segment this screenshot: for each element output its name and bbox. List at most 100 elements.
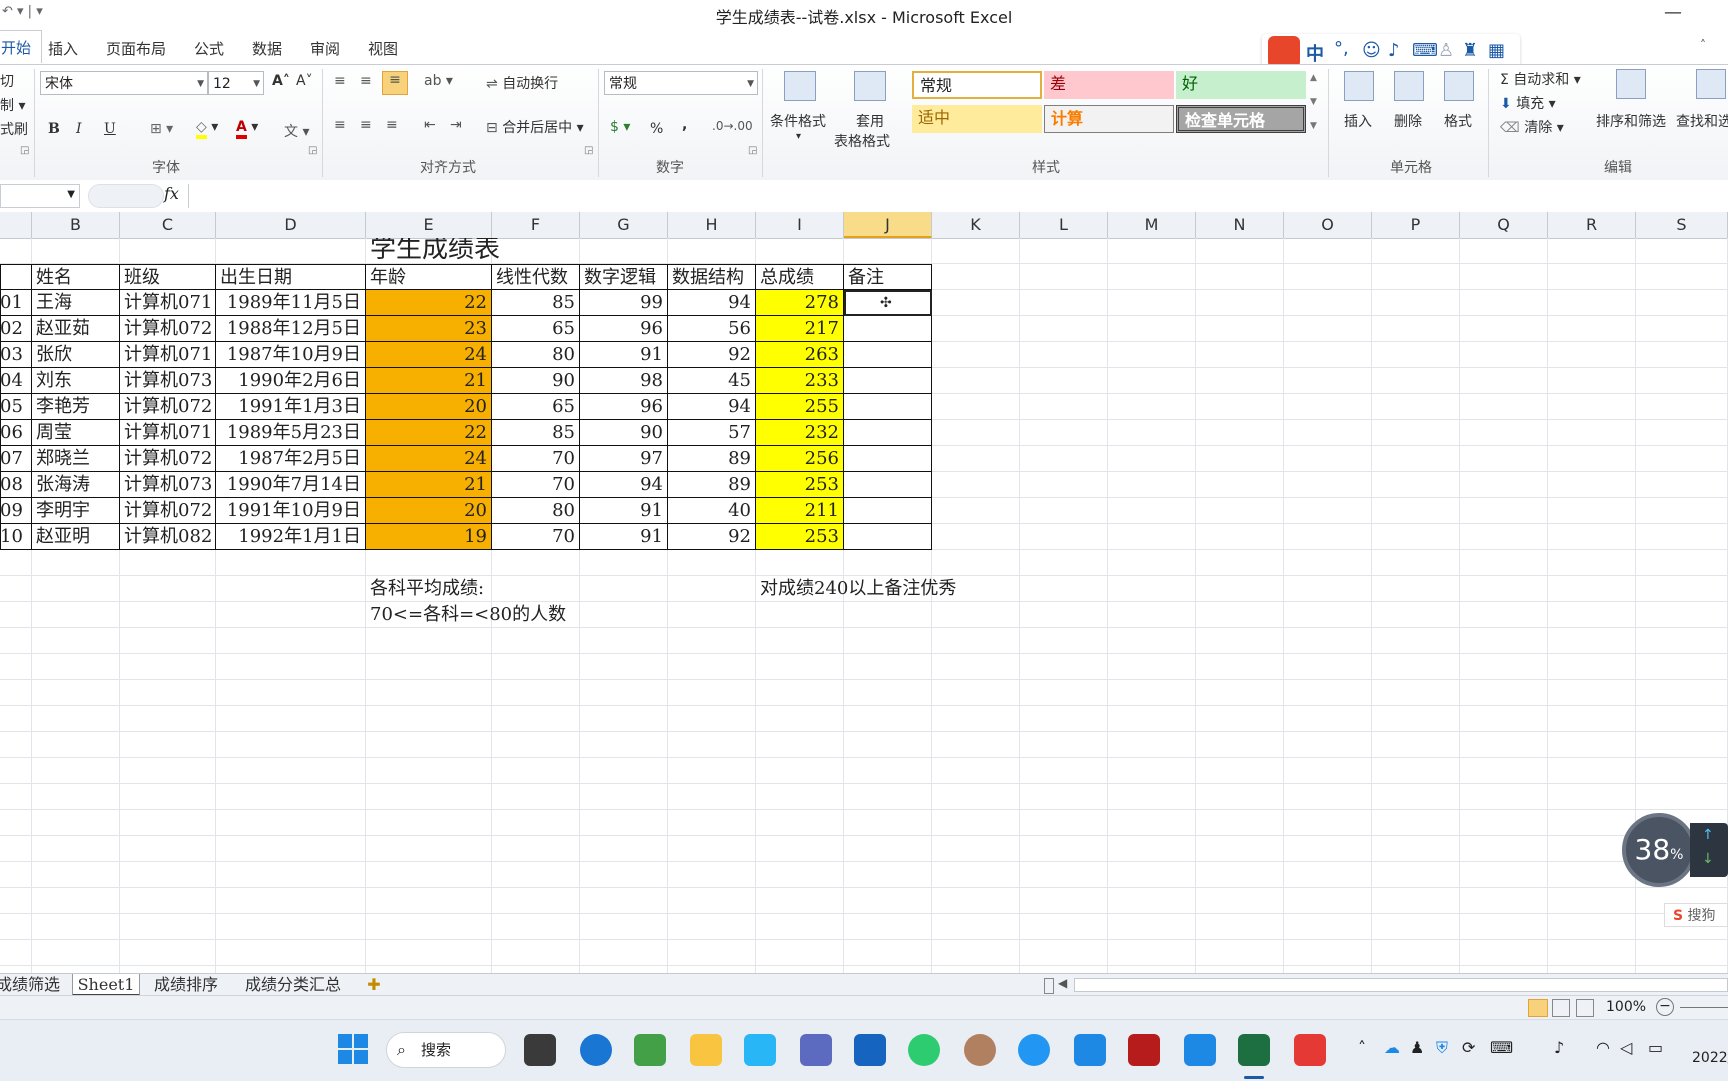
- alignment-launcher-icon[interactable]: ◲: [584, 145, 593, 156]
- copy-button[interactable]: 制 ▾: [0, 95, 25, 115]
- table-cell-remark[interactable]: [844, 446, 932, 472]
- taskbar-search[interactable]: ⌕ 搜索: [386, 1032, 506, 1068]
- tab-data[interactable]: 数据: [244, 36, 290, 61]
- table-header-cell[interactable]: 年龄: [366, 264, 492, 290]
- table-cell-name[interactable]: 郑晓兰: [32, 446, 120, 472]
- table-cell-total[interactable]: 255: [756, 394, 844, 420]
- table-header-cell[interactable]: 数字逻辑: [580, 264, 668, 290]
- ime-user-icon[interactable]: ♙: [1438, 40, 1454, 61]
- column-header-P[interactable]: P: [1372, 212, 1460, 238]
- bold-button[interactable]: B: [48, 121, 60, 137]
- table-cell-remark[interactable]: [844, 394, 932, 420]
- minimize-button[interactable]: —: [1664, 2, 1682, 23]
- styles-more-icon[interactable]: ▼: [1310, 121, 1317, 131]
- table-cell-class[interactable]: 计算机071: [120, 290, 216, 316]
- table-cell-total[interactable]: 263: [756, 342, 844, 368]
- grow-font-button[interactable]: A˄: [272, 73, 290, 89]
- column-header-Q[interactable]: Q: [1460, 212, 1548, 238]
- ime-voice-icon[interactable]: ♪: [1388, 40, 1400, 61]
- table-cell-class[interactable]: 计算机072: [120, 446, 216, 472]
- zoom-level[interactable]: 100%: [1606, 999, 1646, 1015]
- table-cell-remark[interactable]: [844, 524, 932, 550]
- table-cell-digital-logic[interactable]: 91: [580, 342, 668, 368]
- performance-widget[interactable]: 38%: [1622, 813, 1696, 887]
- tab-view[interactable]: 视图: [360, 36, 406, 61]
- wechat-icon[interactable]: [908, 1034, 940, 1066]
- table-cell-digital-logic[interactable]: 98: [580, 368, 668, 394]
- green-app-icon[interactable]: [634, 1034, 666, 1066]
- cut-button[interactable]: 切: [0, 71, 14, 91]
- tray-sync-icon[interactable]: ⟳: [1462, 1038, 1475, 1057]
- comma-button[interactable]: ,: [682, 117, 687, 133]
- column-header-J[interactable]: J: [844, 212, 932, 238]
- table-cell-id[interactable]: 08: [0, 472, 32, 498]
- table-cell-birthdate[interactable]: 1987年10月9日: [216, 342, 366, 368]
- table-cell-linear-algebra[interactable]: 65: [492, 394, 580, 420]
- column-header-R[interactable]: R: [1548, 212, 1636, 238]
- ime-punctuation-icon[interactable]: °,: [1334, 38, 1349, 59]
- tray-wifi-icon[interactable]: ◠: [1596, 1038, 1610, 1057]
- style-neutral[interactable]: 适中: [912, 105, 1042, 133]
- task-view-icon[interactable]: [524, 1034, 556, 1066]
- horizontal-scrollbar[interactable]: [1074, 978, 1728, 992]
- table-header-cell[interactable]: 备注: [844, 264, 932, 290]
- table-cell-linear-algebra[interactable]: 80: [492, 498, 580, 524]
- table-cell-linear-algebra[interactable]: 70: [492, 524, 580, 550]
- table-cell-name[interactable]: 刘东: [32, 368, 120, 394]
- column-header-A[interactable]: [0, 212, 32, 238]
- table-cell-birthdate[interactable]: 1989年11月5日: [216, 290, 366, 316]
- tab-insert[interactable]: 插入: [40, 36, 86, 61]
- table-cell-name[interactable]: 赵亚明: [32, 524, 120, 550]
- name-box-dropdown-icon[interactable]: ▼: [67, 189, 75, 200]
- table-cell-remark[interactable]: [844, 368, 932, 394]
- scroll-left-icon[interactable]: ◀: [1058, 976, 1067, 990]
- table-cell-total[interactable]: 211: [756, 498, 844, 524]
- table-cell-linear-algebra[interactable]: 70: [492, 446, 580, 472]
- font-size-combo[interactable]: 12 ▼: [208, 71, 264, 95]
- conditional-format-button[interactable]: 条件格式: [770, 111, 826, 131]
- table-cell-data-structure[interactable]: 45: [668, 368, 756, 394]
- font-name-combo[interactable]: 宋体 ▼: [40, 71, 208, 95]
- table-cell-linear-algebra[interactable]: 90: [492, 368, 580, 394]
- tray-shield-icon[interactable]: ⛨: [1436, 1038, 1448, 1058]
- red-app-icon[interactable]: [1294, 1034, 1326, 1066]
- table-header-cell[interactable]: 数据结构: [668, 264, 756, 290]
- tray-qq-icon[interactable]: ♟: [1410, 1038, 1424, 1057]
- zoom-out-icon[interactable]: −: [1656, 998, 1674, 1016]
- table-cell-data-structure[interactable]: 94: [668, 394, 756, 420]
- name-box[interactable]: ▼: [0, 184, 80, 208]
- sogou-mini-bar[interactable]: S 搜狗: [1664, 903, 1728, 927]
- column-header-F[interactable]: F: [492, 212, 580, 238]
- table-cell-digital-logic[interactable]: 91: [580, 524, 668, 550]
- tab-split-handle[interactable]: [1044, 978, 1054, 994]
- table-cell-birthdate[interactable]: 1987年2月5日: [216, 446, 366, 472]
- edge-browser-icon[interactable]: [580, 1034, 612, 1066]
- table-cell-data-structure[interactable]: 89: [668, 472, 756, 498]
- table-cell-linear-algebra[interactable]: 70: [492, 472, 580, 498]
- conditional-format-dropdown-icon[interactable]: ▾: [796, 131, 801, 142]
- table-cell-total[interactable]: 253: [756, 472, 844, 498]
- table-cell-name[interactable]: 李明宇: [32, 498, 120, 524]
- table-cell-age[interactable]: 21: [366, 472, 492, 498]
- fill-button[interactable]: ⬇ 填充 ▾: [1500, 93, 1556, 113]
- active-cell[interactable]: ✣: [844, 290, 932, 316]
- table-cell-total[interactable]: 217: [756, 316, 844, 342]
- table-cell-digital-logic[interactable]: 94: [580, 472, 668, 498]
- table-cell-class[interactable]: 计算机073: [120, 368, 216, 394]
- table-cell-name[interactable]: 赵亚茹: [32, 316, 120, 342]
- table-cell-id[interactable]: 02: [0, 316, 32, 342]
- table-cell-name[interactable]: 李艳芳: [32, 394, 120, 420]
- table-header-cell[interactable]: 线性代数: [492, 264, 580, 290]
- table-cell-age[interactable]: 22: [366, 290, 492, 316]
- ime-skin-icon[interactable]: ♜: [1462, 40, 1478, 61]
- table-cell-id[interactable]: 09: [0, 498, 32, 524]
- formula-input[interactable]: [188, 184, 1728, 208]
- shrink-font-button[interactable]: A˅: [296, 73, 313, 89]
- column-header-M[interactable]: M: [1108, 212, 1196, 238]
- align-top-icon[interactable]: ≡: [334, 73, 346, 89]
- table-cell-birthdate[interactable]: 1991年10月9日: [216, 498, 366, 524]
- table-cell-data-structure[interactable]: 89: [668, 446, 756, 472]
- percent-button[interactable]: %: [650, 121, 663, 137]
- table-cell-total[interactable]: 278: [756, 290, 844, 316]
- tab-page-layout[interactable]: 页面布局: [98, 36, 174, 61]
